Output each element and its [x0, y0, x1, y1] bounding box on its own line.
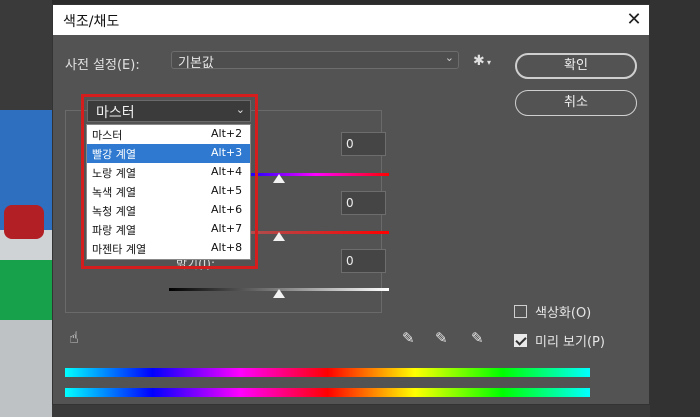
- background-right: [650, 0, 700, 417]
- preset-label: 사전 설정(E):: [65, 58, 140, 73]
- hue-slider-thumb[interactable]: [273, 174, 285, 183]
- chevron-down-icon: ⌄: [444, 51, 454, 64]
- colorize-checkbox[interactable]: [514, 305, 527, 318]
- channel-option-blues[interactable]: 파랑 계열 Alt+7: [87, 220, 250, 239]
- channel-option-yellows[interactable]: 노랑 계열 Alt+4: [87, 163, 250, 182]
- title-bar: 색조/채도 ✕: [53, 5, 649, 35]
- background-photo: [0, 110, 52, 417]
- eyedropper-minus-icon[interactable]: ✎: [471, 329, 484, 347]
- output-hue-bar: [65, 388, 590, 397]
- preset-value: 기본값: [178, 56, 214, 71]
- preview-checkbox[interactable]: [514, 334, 527, 347]
- preset-select[interactable]: 기본값 ⌄: [171, 51, 459, 71]
- channel-option-magentas[interactable]: 마젠타 계열 Alt+8: [87, 239, 250, 258]
- colorize-label: 색상화(O): [535, 306, 592, 321]
- channel-selected: 마스터: [96, 105, 135, 121]
- gear-icon[interactable]: ✱: [473, 53, 485, 69]
- eyedropper-plus-icon[interactable]: ✎: [435, 329, 448, 347]
- eyedropper-icon[interactable]: ✎: [402, 329, 415, 347]
- hue-saturation-dialog: 색조/채도 ✕ 사전 설정(E): 기본값 ⌄ ✱ ▾ 확인 취소 0 0 밝기…: [52, 4, 650, 405]
- chevron-down-icon: ⌄: [235, 103, 245, 116]
- target-adjustment-hand-icon[interactable]: ☝: [69, 328, 79, 347]
- input-hue-bar: [65, 368, 590, 377]
- ok-button[interactable]: 확인: [515, 53, 637, 79]
- chevron-down-icon[interactable]: ▾: [487, 58, 491, 67]
- dialog-title: 색조/채도: [63, 14, 120, 30]
- lightness-input[interactable]: 0: [341, 249, 386, 273]
- lightness-slider-thumb[interactable]: [273, 289, 285, 298]
- background-bottom: [52, 405, 650, 417]
- channel-select[interactable]: 마스터 ⌄: [87, 100, 251, 122]
- preview-label: 미리 보기(P): [535, 335, 605, 350]
- channel-option-master[interactable]: 마스터 Alt+2: [87, 125, 250, 144]
- saturation-slider-thumb[interactable]: [273, 232, 285, 241]
- channel-dropdown-list: 마스터 Alt+2 빨강 계열 Alt+3 노랑 계열 Alt+4 녹색 계열 …: [86, 124, 251, 260]
- close-icon[interactable]: ✕: [623, 9, 645, 31]
- hue-input[interactable]: 0: [341, 132, 386, 156]
- saturation-input[interactable]: 0: [341, 191, 386, 215]
- channel-option-greens[interactable]: 녹색 계열 Alt+5: [87, 182, 250, 201]
- channel-option-cyans[interactable]: 녹청 계열 Alt+6: [87, 201, 250, 220]
- cancel-button[interactable]: 취소: [515, 90, 637, 116]
- channel-option-reds[interactable]: 빨강 계열 Alt+3: [87, 144, 250, 163]
